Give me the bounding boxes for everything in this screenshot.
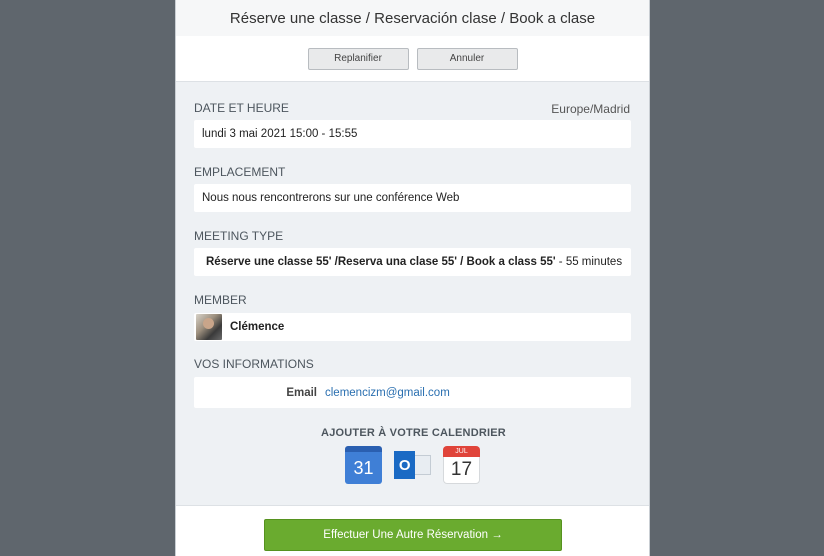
reschedule-button[interactable]: Replanifier xyxy=(307,47,409,70)
email-value[interactable]: clemencizm@gmail.com xyxy=(325,387,450,399)
meeting-type-label: MEETING TYPE xyxy=(194,229,284,243)
location-value: Nous nous rencontrerons sur une conféren… xyxy=(202,192,460,204)
modal-header: Réserve une classe / Reservación clase /… xyxy=(176,0,649,36)
add-to-calendar-title: AJOUTER À VOTRE CALENDRIER xyxy=(321,427,506,439)
outlook-letter: O xyxy=(394,451,416,479)
meeting-type-field: Réserve une classe 55' /Reserva una clas… xyxy=(194,248,631,276)
email-row: Email clemencizm@gmail.com xyxy=(194,377,631,408)
member-name: Clémence xyxy=(230,321,285,333)
date-time-value: lundi 3 mai 2021 15:00 - 15:55 xyxy=(202,128,358,140)
meeting-type-value: Réserve une classe 55' /Reserva una clas… xyxy=(194,256,622,268)
member-field: Clémence xyxy=(194,313,631,341)
google-calendar-day: 31 xyxy=(353,457,374,478)
location-label: EMPLACEMENT xyxy=(194,165,286,179)
location-field: Nous nous rencontrerons sur une conféren… xyxy=(194,184,631,212)
outlook-calendar-icon[interactable]: O xyxy=(394,446,431,484)
date-time-field: lundi 3 mai 2021 15:00 - 15:55 xyxy=(194,120,631,148)
modal-title: Réserve une classe / Reservación clase /… xyxy=(229,9,596,27)
google-calendar-icon[interactable]: 31 xyxy=(345,446,382,484)
apple-calendar-day: 17 xyxy=(450,459,473,480)
apple-calendar-month: JUL xyxy=(443,446,480,457)
avatar xyxy=(196,314,222,340)
booking-modal: Réserve une classe / Reservación clase /… xyxy=(175,0,650,556)
apple-calendar-icon[interactable]: JUL 17 xyxy=(443,446,480,484)
meeting-type-name: Réserve une classe 55' /Reserva una clas… xyxy=(206,256,556,268)
modal-footer: Effectuer Une Autre Réservation → xyxy=(176,505,649,556)
book-another-button[interactable]: Effectuer Une Autre Réservation → xyxy=(264,519,562,551)
member-label: MEMBER xyxy=(194,293,247,307)
timezone-label: Europe/Madrid xyxy=(551,102,630,116)
calendar-icons: 31 O JUL 17 xyxy=(345,446,480,484)
date-time-label: DATE ET HEURE xyxy=(194,101,289,115)
your-info-label: VOS INFORMATIONS xyxy=(194,357,314,371)
cancel-button[interactable]: Annuler xyxy=(416,47,518,70)
action-bar: Replanifier Annuler xyxy=(176,36,649,82)
meeting-type-duration: - 55 minutes xyxy=(555,256,623,268)
email-label: Email xyxy=(286,386,317,399)
